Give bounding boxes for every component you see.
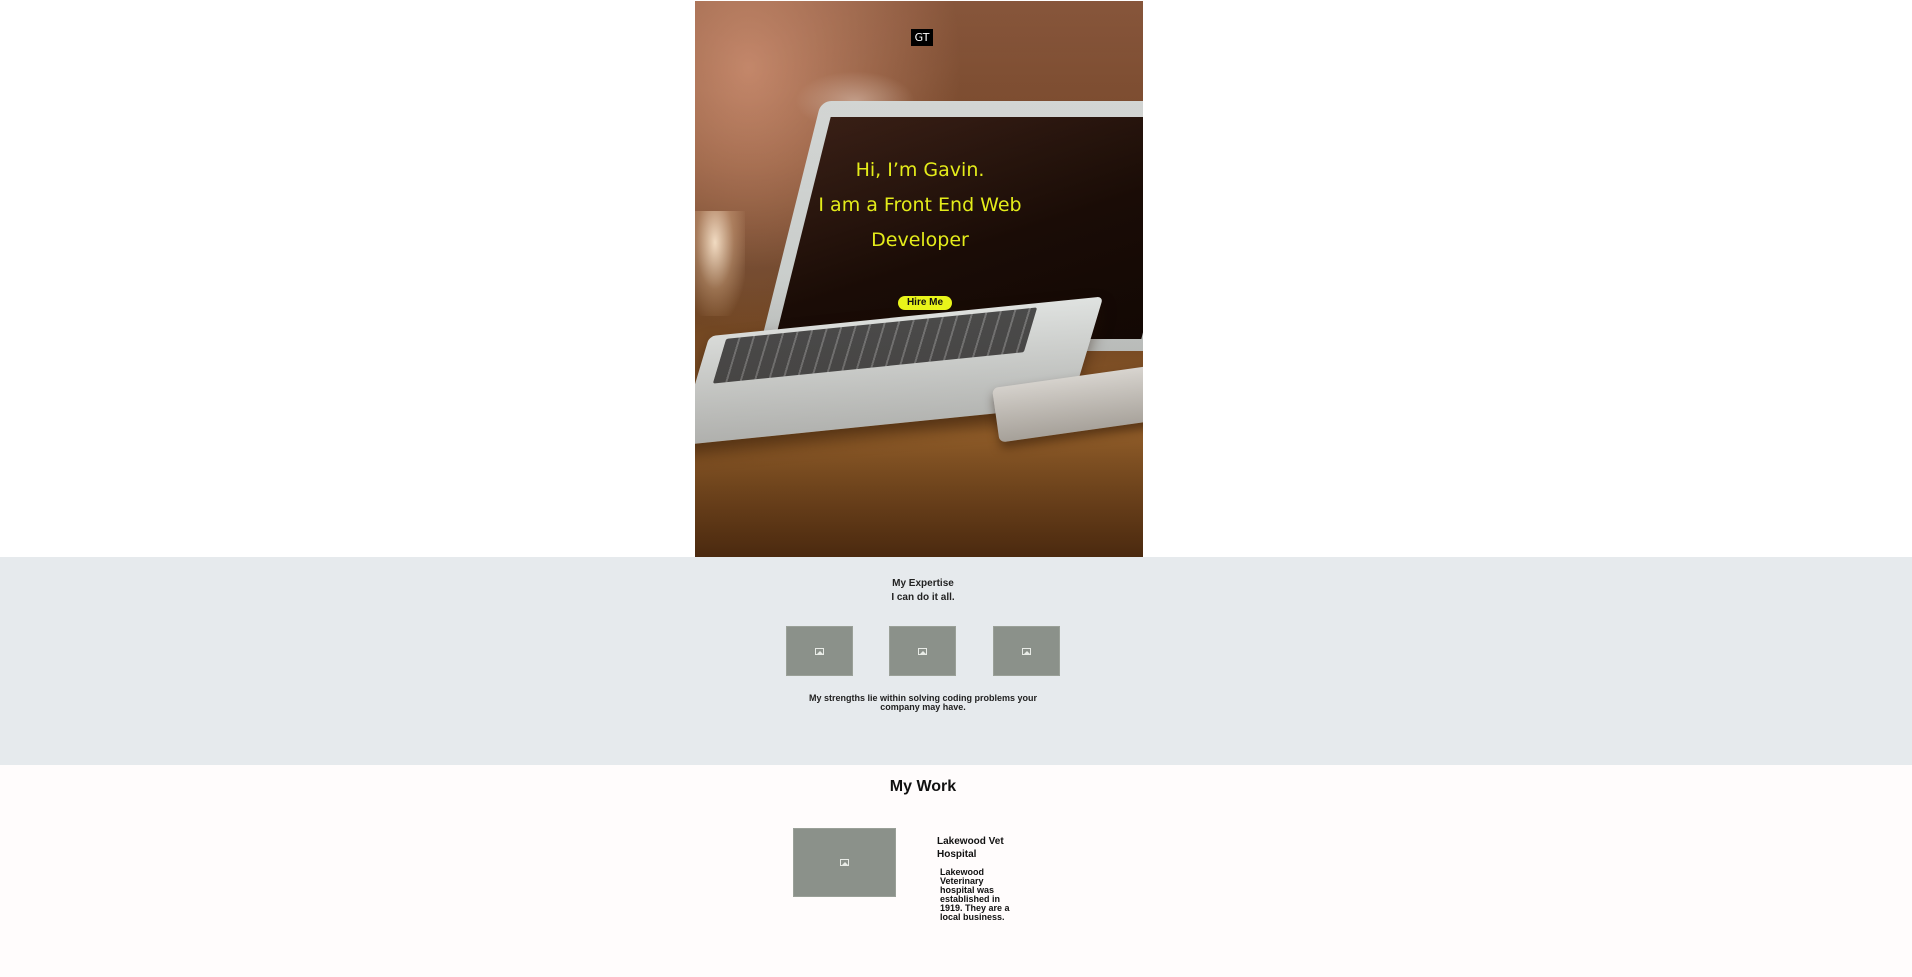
expertise-title: My Expertise	[892, 578, 954, 589]
hero-section: GT Hi, I’m Gavin. I am a Front End Web D…	[695, 1, 1143, 557]
expertise-image	[993, 626, 1060, 676]
hero-overlay	[695, 1, 1143, 557]
logo[interactable]: GT	[911, 29, 933, 46]
image-icon	[840, 859, 849, 866]
hero-line: I am a Front End Web	[818, 194, 1022, 216]
image-icon	[815, 647, 824, 655]
expertise-image	[889, 626, 956, 676]
image-icon	[1022, 647, 1031, 655]
expertise-subtitle: I can do it all.	[891, 592, 955, 603]
project-description: Lakewood Veterinary hospital was establi…	[940, 867, 1010, 922]
strengths-text: My strengths lie within solving coding p…	[808, 693, 1038, 712]
project-image[interactable]	[793, 828, 896, 897]
hero-line: Hi, I’m Gavin.	[855, 159, 985, 181]
hero-line: Developer	[871, 229, 969, 251]
project-title[interactable]: Lakewood Vet Hospital	[937, 835, 1017, 861]
image-icon	[918, 647, 927, 655]
work-title: My Work	[889, 778, 957, 795]
hero-heading: Hi, I’m Gavin. I am a Front End Web Deve…	[790, 153, 1050, 258]
expertise-heading: My Expertise I can do it all.	[856, 577, 990, 605]
expertise-section: My Expertise I can do it all. My strengt…	[0, 557, 1912, 765]
hire-me-button[interactable]: Hire Me	[898, 296, 952, 310]
expertise-image	[786, 626, 853, 676]
work-section: My Work Lakewood Vet Hospital Lakewood V…	[0, 765, 1912, 977]
